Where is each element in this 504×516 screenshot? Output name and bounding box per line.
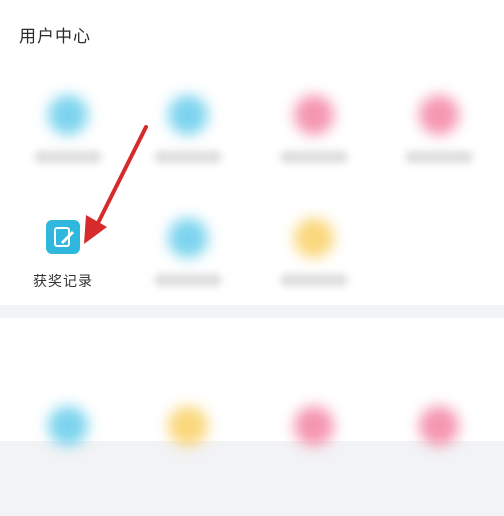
blurred-icon <box>48 406 88 446</box>
blurred-label <box>405 151 473 163</box>
blurred-icon <box>168 406 208 446</box>
second-section-card <box>0 318 504 446</box>
grid-item-blurred-2[interactable] <box>133 95 243 205</box>
grid-item-blurred-3[interactable] <box>259 95 369 205</box>
blurred-icon <box>294 218 334 258</box>
blurred-label <box>154 274 222 286</box>
grid-item-blurred-1[interactable] <box>13 95 123 205</box>
blurred-icon <box>168 218 208 258</box>
blurred-label <box>34 151 102 163</box>
blurred-icon <box>419 95 459 135</box>
grid-item-blurred-4[interactable] <box>384 95 494 205</box>
grid-item-blurred-10[interactable] <box>384 406 494 516</box>
grid-item-blurred-8[interactable] <box>133 406 243 516</box>
award-records-label: 获奖记录 <box>33 274 93 290</box>
grid-item-award-records[interactable]: 获奖记录 <box>8 216 118 326</box>
grid-item-blurred-6[interactable] <box>259 218 369 328</box>
blurred-icon <box>294 95 334 135</box>
grid-item-blurred-5[interactable] <box>133 218 243 328</box>
blurred-label <box>280 274 348 286</box>
edit-note-icon <box>46 220 80 254</box>
blurred-icon <box>419 406 459 446</box>
blurred-label <box>280 151 348 163</box>
grid-item-blurred-7[interactable] <box>13 406 123 516</box>
blurred-icon <box>294 406 334 446</box>
blurred-label <box>154 151 222 163</box>
blurred-icon <box>48 95 88 135</box>
user-center-card: 用户中心 获奖记录 <box>0 0 504 305</box>
section-title: 用户中心 <box>19 27 91 47</box>
grid-item-blurred-9[interactable] <box>259 406 369 516</box>
blurred-icon <box>168 95 208 135</box>
